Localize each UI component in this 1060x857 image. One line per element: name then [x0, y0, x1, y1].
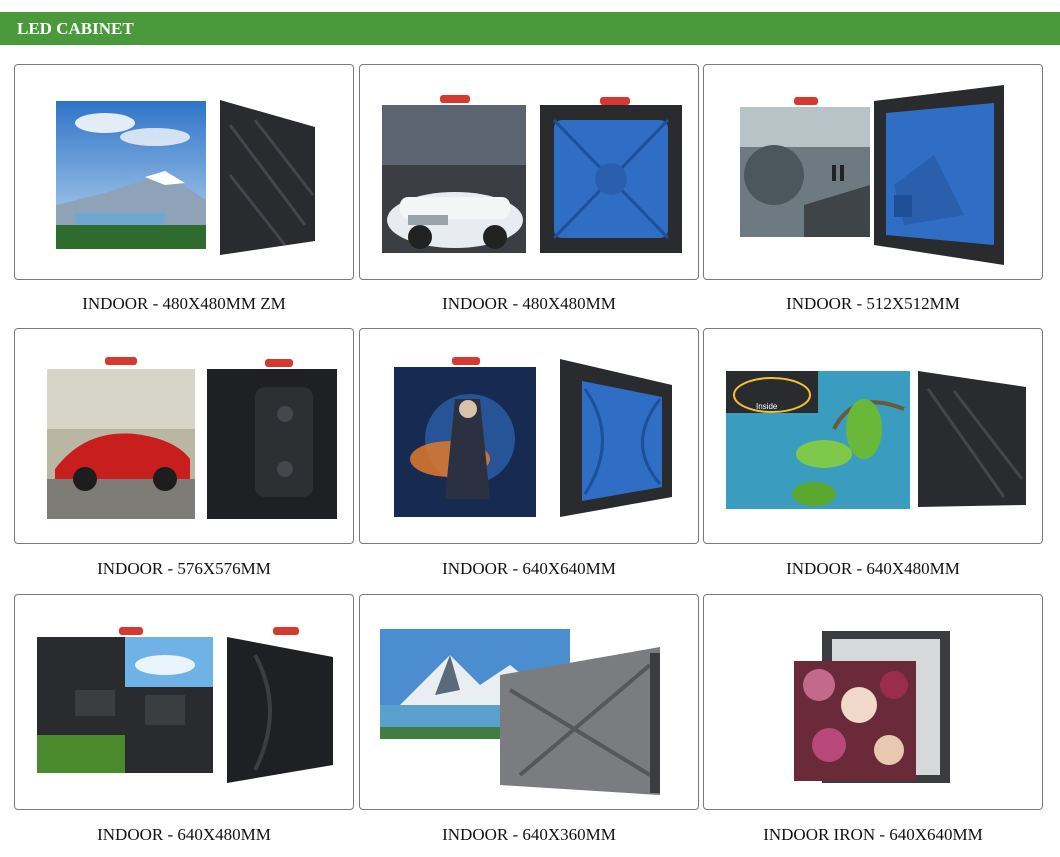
section-title: LED CABINET [17, 19, 134, 38]
product-caption-8: INDOOR - 640X360MM [442, 825, 616, 844]
product-caption-7: INDOOR - 640X480MM [97, 825, 271, 844]
product-image-1 [56, 100, 315, 255]
product-card-2[interactable] [359, 64, 699, 280]
product-image-8 [380, 629, 660, 795]
product-caption-1: INDOOR - 480X480MM ZM [82, 294, 286, 313]
product-caption-4: INDOOR - 576X576MM [97, 559, 271, 578]
product-card-5[interactable] [359, 328, 699, 544]
product-image-4 [47, 357, 337, 519]
product-card-6[interactable]: Inside [703, 328, 1043, 544]
product-image-3 [740, 85, 1004, 265]
product-image-6: Inside [726, 371, 1026, 509]
product-card-3[interactable] [703, 64, 1043, 280]
product-image-7 [37, 627, 333, 783]
product-caption-3: INDOOR - 512X512MM [786, 294, 960, 313]
product-image-5 [394, 357, 672, 517]
product-card-7[interactable] [14, 594, 354, 810]
product-card-4[interactable] [14, 328, 354, 544]
product-image-9 [794, 631, 950, 783]
product-card-8[interactable] [359, 594, 699, 810]
product-caption-6: INDOOR - 640X480MM [786, 559, 960, 578]
section-header: LED CABINET [0, 12, 1060, 45]
product-caption-5: INDOOR - 640X640MM [442, 559, 616, 578]
product-card-9[interactable] [703, 594, 1043, 810]
svg-text:Inside: Inside [756, 402, 778, 411]
product-image-2 [382, 95, 682, 253]
product-card-1[interactable] [14, 64, 354, 280]
product-caption-9: INDOOR IRON - 640X640MM [763, 825, 983, 844]
product-caption-2: INDOOR - 480X480MM [442, 294, 616, 313]
